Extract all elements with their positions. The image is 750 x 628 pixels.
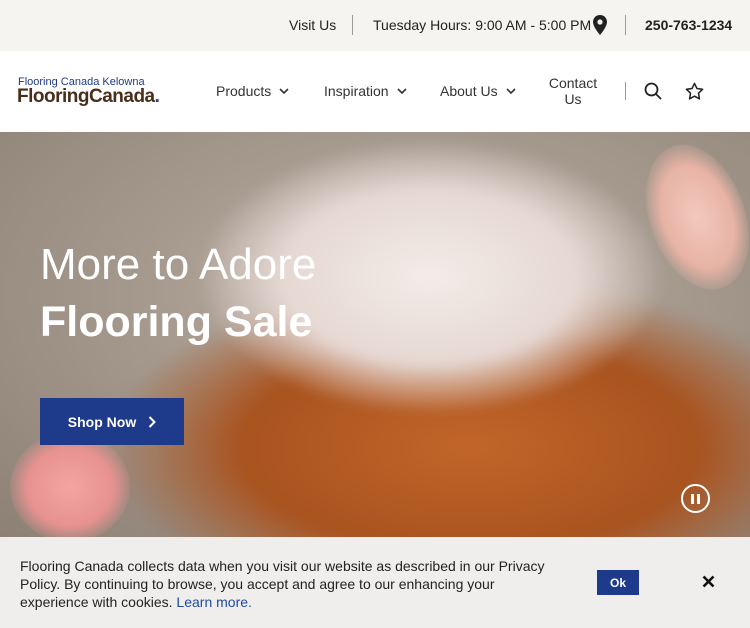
nav-inspiration[interactable]: Inspiration xyxy=(324,83,407,99)
hero-background-toy xyxy=(10,432,130,537)
learn-more-link[interactable]: Learn more. xyxy=(176,594,251,610)
phone-link[interactable]: 250-763-1234 xyxy=(645,16,732,34)
divider xyxy=(625,15,626,35)
map-pin-icon[interactable] xyxy=(593,15,607,35)
chevron-right-icon xyxy=(149,415,157,428)
pause-video-button[interactable] xyxy=(681,484,710,513)
cookie-banner: Flooring Canada collects data when you v… xyxy=(0,537,750,628)
nav-products-label: Products xyxy=(216,83,272,99)
cookie-message: Flooring Canada collects data when you v… xyxy=(20,558,545,610)
chevron-down-icon xyxy=(279,87,289,94)
nav-products[interactable]: Products xyxy=(216,83,289,99)
hero-headline: More to Adore xyxy=(40,240,317,289)
chevron-down-icon xyxy=(397,87,407,94)
divider xyxy=(352,15,353,35)
top-utility-bar: Visit Us Tuesday Hours: 9:00 AM - 5:00 P… xyxy=(0,0,750,51)
nav-contact-label-line1: Contact xyxy=(548,75,598,91)
nav-inspiration-label: Inspiration xyxy=(324,83,389,99)
hero-banner: More to Adore Flooring Sale Shop Now xyxy=(0,132,750,537)
visit-us-link[interactable]: Visit Us xyxy=(289,16,336,34)
shop-now-button[interactable]: Shop Now xyxy=(40,398,184,445)
search-icon[interactable] xyxy=(644,82,662,100)
nav-about-us[interactable]: About Us xyxy=(440,83,516,99)
nav-contact-us[interactable]: Contact Us xyxy=(544,75,602,107)
logo-wordmark: FlooringCanada. xyxy=(17,86,160,107)
close-icon[interactable] xyxy=(702,575,715,588)
pause-icon xyxy=(691,493,694,504)
divider xyxy=(625,82,626,100)
star-icon[interactable] xyxy=(685,82,704,101)
nav-contact-label-line2: Us xyxy=(564,91,582,107)
chevron-down-icon xyxy=(506,87,516,94)
cookie-ok-button[interactable]: Ok xyxy=(597,570,639,595)
main-header: Flooring Canada Kelowna FlooringCanada. … xyxy=(0,51,750,132)
store-hours: Tuesday Hours: 9:00 AM - 5:00 PM xyxy=(373,17,592,33)
hero-subheadline: Flooring Sale xyxy=(40,298,313,346)
shop-now-label: Shop Now xyxy=(67,413,137,430)
nav-about-label: About Us xyxy=(440,83,498,99)
